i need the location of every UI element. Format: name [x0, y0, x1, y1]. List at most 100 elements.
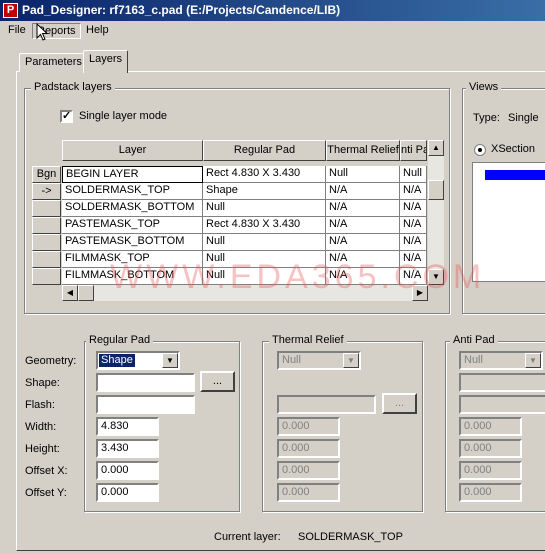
current-layer-label: Current layer: — [214, 531, 281, 543]
menu-file[interactable]: File — [4, 23, 30, 39]
cell-anti-pad[interactable]: N/A — [400, 268, 427, 285]
cell-thermal-relief[interactable]: N/A — [326, 217, 400, 234]
anti-height-input[interactable]: 0.000 — [459, 439, 522, 458]
regular-height-input[interactable]: 3.430 — [96, 439, 159, 458]
cell-regular-pad[interactable]: Null — [203, 268, 326, 285]
regular-shape-browse-button[interactable]: ... — [200, 371, 235, 392]
thermal-geometry-select[interactable]: Null ▼ — [277, 351, 361, 370]
anti-pad-legend: Anti Pad — [450, 334, 498, 346]
cell-layer[interactable]: FILMMASK_TOP — [62, 251, 203, 268]
scroll-right-icon[interactable]: ▶ — [412, 285, 428, 301]
geometry-label: Geometry: — [25, 355, 77, 367]
cell-thermal-relief[interactable]: Null — [326, 166, 400, 183]
views-type-label: Type: — [473, 112, 500, 124]
cell-regular-pad[interactable]: Rect 4.830 X 3.430 — [203, 166, 326, 183]
column-header-thermal-relief[interactable]: Thermal Relief — [326, 140, 400, 161]
xsection-label: XSection — [491, 143, 536, 155]
thermal-width-input[interactable]: 0.000 — [277, 417, 340, 436]
column-header-anti-pad[interactable]: nti Pa — [400, 140, 427, 161]
shape-label: Shape: — [25, 377, 60, 389]
regular-geometry-select[interactable]: Shape ▼ — [96, 351, 180, 370]
cell-regular-pad[interactable]: Null — [203, 234, 326, 251]
regular-flash-input[interactable] — [96, 395, 195, 414]
vertical-scrollbar[interactable]: ▲ ▼ — [428, 140, 444, 285]
chevron-down-icon[interactable]: ▼ — [343, 353, 359, 368]
scroll-up-icon[interactable]: ▲ — [428, 140, 444, 156]
cell-regular-pad[interactable]: Rect 4.830 X 3.430 — [203, 217, 326, 234]
tab-layers[interactable]: Layers — [83, 50, 129, 73]
mouse-cursor-icon — [36, 23, 48, 41]
horizontal-scrollbar[interactable]: ◀ ▶ — [62, 285, 428, 301]
cell-layer[interactable]: SOLDERMASK_TOP — [62, 183, 203, 200]
chevron-down-icon[interactable]: ▼ — [162, 353, 178, 368]
cell-layer[interactable]: PASTEMASK_BOTTOM — [62, 234, 203, 251]
row-header[interactable] — [32, 251, 61, 268]
thermal-height-input[interactable]: 0.000 — [277, 439, 340, 458]
anti-flash-input[interactable] — [459, 395, 545, 414]
xsection-preview — [472, 162, 545, 282]
cell-thermal-relief[interactable]: N/A — [326, 268, 400, 285]
views-type-value: Single — [508, 112, 539, 124]
row-header[interactable] — [32, 200, 61, 217]
tab-parameters[interactable]: Parameters — [19, 53, 88, 72]
padstack-layers-table: Layer Regular Pad Thermal Relief nti Pa … — [32, 140, 448, 301]
anti-width-input[interactable]: 0.000 — [459, 417, 522, 436]
thermal-browse-button[interactable]: ... — [382, 393, 417, 414]
cell-anti-pad[interactable]: N/A — [400, 234, 427, 251]
regular-width-input[interactable]: 4.830 — [96, 417, 159, 436]
cell-thermal-relief[interactable]: N/A — [326, 200, 400, 217]
thermal-offset-y-input[interactable]: 0.000 — [277, 483, 340, 502]
row-header[interactable] — [32, 268, 61, 285]
current-layer-value: SOLDERMASK_TOP — [298, 531, 403, 543]
regular-shape-input[interactable] — [96, 373, 195, 392]
chevron-down-icon[interactable]: ▼ — [525, 353, 541, 368]
layer-bar — [485, 170, 545, 180]
height-label: Height: — [25, 443, 60, 455]
single-layer-mode-checkbox[interactable]: ✓ — [60, 110, 73, 123]
row-header-current[interactable]: -> — [32, 183, 61, 200]
cell-anti-pad[interactable]: N/A — [400, 183, 427, 200]
column-header-regular-pad[interactable]: Regular Pad — [203, 140, 326, 161]
cell-thermal-relief[interactable]: N/A — [326, 234, 400, 251]
anti-offset-y-input[interactable]: 0.000 — [459, 483, 522, 502]
padstack-layers-legend: Padstack layers — [31, 81, 115, 93]
anti-shape-input[interactable] — [459, 373, 545, 392]
cell-thermal-relief[interactable]: N/A — [326, 183, 400, 200]
cell-anti-pad[interactable]: Null — [400, 166, 427, 183]
cell-anti-pad[interactable]: N/A — [400, 200, 427, 217]
cell-anti-pad[interactable]: N/A — [400, 217, 427, 234]
thermal-geometry-value: Null — [282, 354, 301, 366]
row-header-begin[interactable]: Bgn — [32, 166, 61, 183]
views-legend: Views — [466, 81, 502, 93]
cell-regular-pad[interactable]: Shape — [203, 183, 326, 200]
cell-anti-pad[interactable]: N/A — [400, 251, 427, 268]
offset-x-label: Offset X: — [25, 465, 68, 477]
cell-regular-pad[interactable]: Null — [203, 251, 326, 268]
regular-offset-y-input[interactable]: 0.000 — [96, 483, 159, 502]
scroll-down-icon[interactable]: ▼ — [428, 269, 444, 285]
cell-thermal-relief[interactable]: N/A — [326, 251, 400, 268]
cell-regular-pad[interactable]: Null — [203, 200, 326, 217]
scroll-thumb[interactable] — [428, 180, 444, 200]
thermal-offset-x-input[interactable]: 0.000 — [277, 461, 340, 480]
window-title: Pad_Designer: rf7163_c.pad (E:/Projects/… — [22, 3, 341, 17]
scroll-left-icon[interactable]: ◀ — [62, 285, 78, 301]
row-header[interactable] — [32, 234, 61, 251]
cell-layer[interactable]: PASTEMASK_TOP — [62, 217, 203, 234]
anti-offset-x-input[interactable]: 0.000 — [459, 461, 522, 480]
cell-layer[interactable]: BEGIN LAYER — [62, 166, 203, 183]
width-label: Width: — [25, 421, 57, 433]
regular-pad-legend: Regular Pad — [86, 334, 154, 346]
cell-layer[interactable]: SOLDERMASK_BOTTOM — [62, 200, 203, 217]
regular-offset-x-input[interactable]: 0.000 — [96, 461, 159, 480]
thermal-flash-input[interactable] — [277, 395, 376, 414]
anti-geometry-select[interactable]: Null ▼ — [459, 351, 543, 370]
menu-help[interactable]: Help — [82, 23, 113, 39]
pad-designer-app-icon[interactable]: P — [3, 3, 18, 18]
scroll-thumb[interactable] — [78, 285, 94, 301]
thermal-relief-legend: Thermal Relief — [269, 334, 347, 346]
xsection-radio[interactable] — [474, 144, 486, 156]
cell-layer[interactable]: FILMMASK_BOTTOM — [62, 268, 203, 285]
row-header[interactable] — [32, 217, 61, 234]
column-header-layer[interactable]: Layer — [62, 140, 203, 161]
